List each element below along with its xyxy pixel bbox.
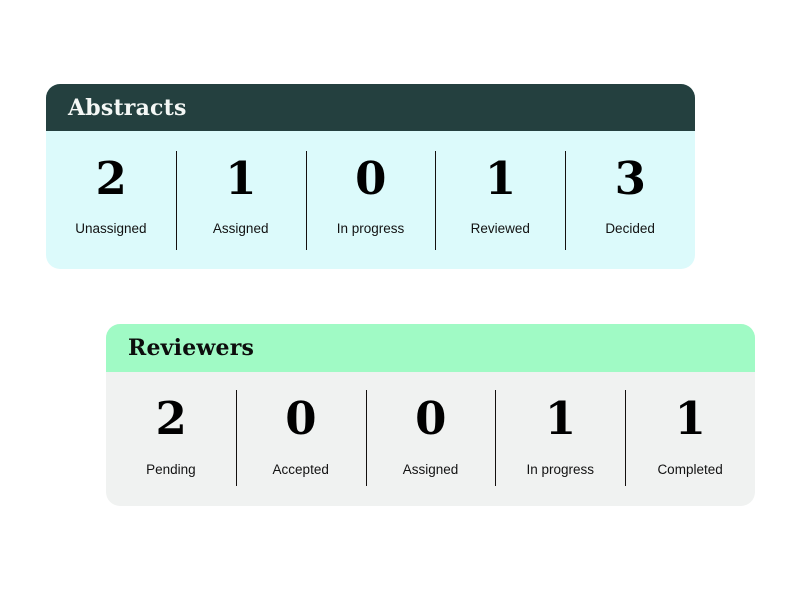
stat-in-progress[interactable]: 0 In progress (305, 142, 436, 269)
stat-label: Decided (605, 221, 655, 236)
stat-label: Assigned (402, 462, 459, 477)
abstracts-card: Abstracts 2 Unassigned 1 Assigned 0 In p… (46, 84, 695, 269)
stat-value: 0 (285, 392, 317, 445)
stat-assigned[interactable]: 1 Assigned (175, 142, 306, 269)
stat-value: 2 (155, 392, 187, 445)
stat-in-progress[interactable]: 1 In progress (495, 382, 625, 506)
stat-value: 1 (484, 152, 516, 205)
stat-label: Pending (146, 462, 196, 477)
stat-label: Assigned (212, 221, 269, 236)
stat-pending[interactable]: 2 Pending (106, 382, 236, 506)
stat-value: 1 (674, 392, 706, 445)
reviewers-stats-row: 2 Pending 0 Accepted 0 Assigned 1 In pro… (106, 372, 755, 506)
stat-unassigned[interactable]: 2 Unassigned (46, 142, 176, 269)
stat-accepted[interactable]: 0 Accepted (235, 382, 366, 506)
stat-value: 0 (415, 392, 446, 445)
stat-value: 2 (95, 152, 127, 205)
stat-label: Completed (657, 462, 723, 477)
stat-value: 1 (225, 152, 257, 205)
stat-label: Unassigned (75, 221, 147, 236)
reviewers-card-header: Reviewers (106, 324, 755, 372)
stat-reviewed[interactable]: 1 Reviewed (435, 142, 565, 269)
stat-label: In progress (526, 462, 595, 477)
stat-completed[interactable]: 1 Completed (625, 382, 755, 506)
abstracts-stats-row: 2 Unassigned 1 Assigned 0 In progress 1 … (46, 131, 695, 269)
stat-value: 3 (614, 152, 646, 205)
reviewers-card: Reviewers 2 Pending 0 Accepted 0 Assigne… (106, 324, 755, 506)
reviewers-card-title: Reviewers (128, 335, 255, 361)
stat-value: 0 (355, 152, 386, 205)
abstracts-card-header: Abstracts (46, 84, 695, 131)
stat-label: Accepted (272, 462, 329, 477)
abstracts-card-title: Abstracts (68, 94, 187, 121)
stat-assigned[interactable]: 0 Assigned (365, 382, 496, 506)
stat-label: In progress (336, 221, 405, 236)
stat-label: Reviewed (470, 221, 530, 236)
stat-decided[interactable]: 3 Decided (565, 142, 695, 269)
stat-value: 1 (544, 392, 576, 445)
